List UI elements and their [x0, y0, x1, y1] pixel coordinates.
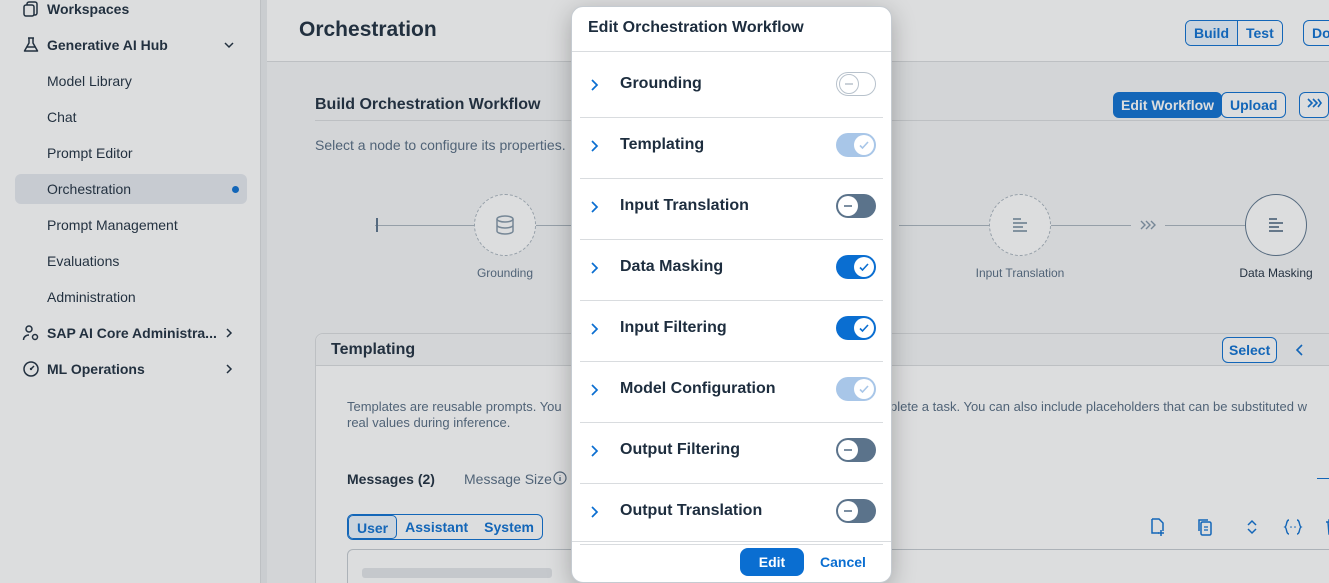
workflow-module-row-model-configuration[interactable]: Model Configuration	[580, 362, 883, 423]
minus-icon	[845, 83, 853, 85]
module-label: Input Translation	[620, 197, 749, 214]
minus-icon	[844, 510, 852, 512]
model-configuration-toggle[interactable]	[836, 377, 876, 401]
chevron-right-icon[interactable]	[586, 443, 602, 459]
toggle-on-knob	[854, 379, 874, 399]
toggle-on-knob	[854, 318, 874, 338]
workflow-module-row-grounding[interactable]: Grounding	[580, 57, 883, 118]
workflow-module-row-input-translation[interactable]: Input Translation	[580, 179, 883, 240]
input-filtering-toggle[interactable]	[836, 316, 876, 340]
chevron-right-icon[interactable]	[586, 321, 602, 337]
module-label: Input Filtering	[620, 319, 727, 336]
checkmark-icon	[859, 263, 869, 272]
minus-icon	[844, 449, 852, 451]
module-label: Templating	[620, 136, 705, 153]
chevron-right-icon[interactable]	[586, 382, 602, 398]
divider	[572, 51, 891, 52]
input-translation-toggle[interactable]	[836, 194, 876, 218]
grounding-toggle[interactable]	[836, 72, 876, 96]
module-label: Output Translation	[620, 502, 763, 519]
module-label: Grounding	[620, 75, 702, 92]
chevron-right-icon[interactable]	[586, 138, 602, 154]
workflow-module-row-output-translation[interactable]: Output Translation	[580, 484, 883, 545]
minus-icon	[844, 205, 852, 207]
workflow-module-row-data-masking[interactable]: Data Masking	[580, 240, 883, 301]
workflow-module-row-output-filtering[interactable]: Output Filtering	[580, 423, 883, 484]
toggle-on-knob	[854, 257, 874, 277]
output-filtering-toggle[interactable]	[836, 438, 876, 462]
dialog-title: Edit Orchestration Workflow	[588, 19, 804, 36]
checkmark-icon	[859, 385, 869, 394]
chevron-right-icon[interactable]	[586, 77, 602, 93]
divider	[572, 541, 891, 542]
templating-toggle[interactable]	[836, 133, 876, 157]
workflow-module-row-templating[interactable]: Templating	[580, 118, 883, 179]
edit-workflow-dialog: Edit Orchestration Workflow Grounding Te…	[571, 6, 892, 583]
toggle-off-knob	[839, 74, 859, 94]
module-label: Model Configuration	[620, 380, 776, 397]
toggle-off-knob	[838, 440, 858, 460]
chevron-right-icon[interactable]	[586, 260, 602, 276]
output-translation-toggle[interactable]	[836, 499, 876, 523]
checkmark-icon	[859, 141, 869, 150]
workflow-module-row-input-filtering[interactable]: Input Filtering	[580, 301, 883, 362]
module-label: Data Masking	[620, 258, 724, 275]
toggle-off-knob	[838, 501, 858, 521]
cancel-button[interactable]: Cancel	[814, 548, 872, 576]
module-label: Output Filtering	[620, 441, 740, 458]
checkmark-icon	[859, 324, 869, 333]
data-masking-toggle[interactable]	[836, 255, 876, 279]
toggle-off-knob	[838, 196, 858, 216]
toggle-on-knob	[854, 135, 874, 155]
chevron-right-icon[interactable]	[586, 504, 602, 520]
edit-button[interactable]: Edit	[740, 548, 804, 576]
chevron-right-icon[interactable]	[586, 199, 602, 215]
